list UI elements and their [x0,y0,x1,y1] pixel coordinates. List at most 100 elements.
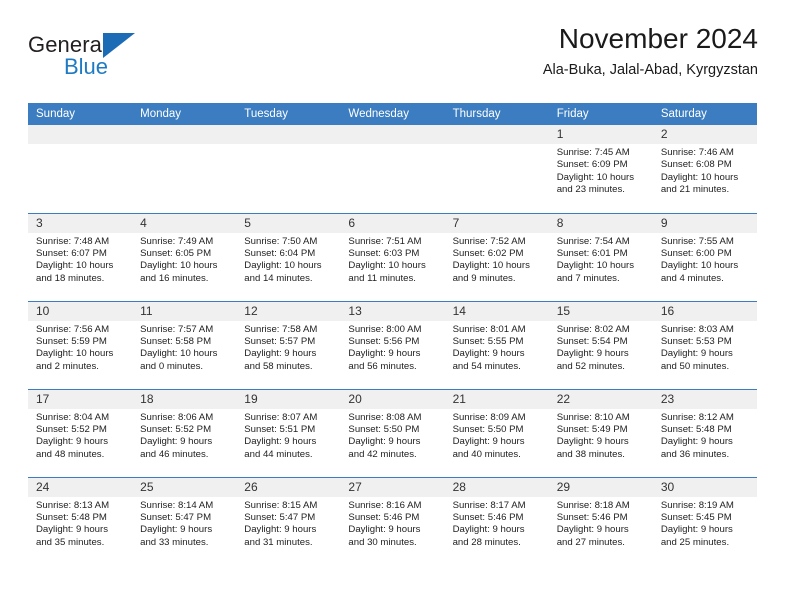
daylight-text-line2: and 21 minutes. [660,184,730,196]
day-details: Sunrise: 7:54 AM Sunset: 6:01 PM Daylight:… [549,233,653,286]
calendar-day-cell[interactable]: 4 Sunrise: 7:49 AM Sunset: 6:05 PM Daylight… [132,212,237,301]
sunrise-text: Sunrise: 8:17 AM [452,499,526,511]
calendar-cell-inner: 3 Sunrise: 7:48 AM Sunset: 6:07 PM Daylight… [28,213,133,301]
calendar-cell-inner: 15 Sunrise: 8:02 AM Sunset: 5:54 PM Dayligh… [548,301,653,389]
day-number: 9 [652,213,757,233]
calendar-day-cell[interactable]: 27 Sunrise: 8:16 AM Sunset: 5:46 PM Dayligh… [340,476,445,565]
calendar-cell-inner: 22 Sunrise: 8:10 AM Sunset: 5:49 PM Dayligh… [548,389,653,477]
sunrise-text: Sunrise: 7:48 AM [36,235,110,247]
daylight-text-line1: Daylight: 9 hours [452,524,525,536]
calendar-day-cell[interactable]: 22 Sunrise: 8:10 AM Sunset: 5:49 PM Dayligh… [548,388,653,477]
sunset-text: Sunset: 5:47 PM [140,511,212,523]
sunset-text: Sunset: 5:55 PM [452,335,524,347]
calendar-day-cell[interactable]: 15 Sunrise: 8:02 AM Sunset: 5:54 PM Dayligh… [548,300,653,389]
calendar-cell-empty [236,125,341,213]
calendar-cell-inner: 14 Sunrise: 8:01 AM Sunset: 5:55 PM Dayligh… [444,301,549,389]
calendar-cell-inner: 5 Sunrise: 7:50 AM Sunset: 6:04 PM Daylight… [236,213,341,301]
calendar-day-cell[interactable]: 16 Sunrise: 8:03 AM Sunset: 5:53 PM Dayligh… [652,300,757,389]
daylight-text-line2: and 35 minutes. [36,536,105,548]
daylight-text-line2: and 48 minutes. [36,448,105,460]
sunrise-text: Sunrise: 7:54 AM [556,235,630,247]
calendar-day-cell[interactable]: 12 Sunrise: 7:58 AM Sunset: 5:57 PM Dayligh… [236,300,341,389]
calendar-day-cell[interactable]: 9 Sunrise: 7:55 AM Sunset: 6:00 PM Daylight… [652,212,757,301]
weekday-header-saturday: Saturday [652,103,757,125]
day-details: Sunrise: 7:51 AM Sunset: 6:03 PM Daylight:… [340,233,444,286]
sunrise-text: Sunrise: 7:46 AM [660,147,734,158]
sunrise-text: Sunrise: 8:14 AM [140,499,214,511]
daylight-text-line1: Daylight: 10 hours [348,260,426,272]
calendar-cell-inner: 25 Sunrise: 8:14 AM Sunset: 5:47 PM Dayligh… [132,477,237,566]
day-number: 6 [340,213,445,233]
calendar-cell-inner: 21 Sunrise: 8:09 AM Sunset: 5:50 PM Dayligh… [444,389,549,477]
daylight-text-line1: Daylight: 9 hours [140,524,213,536]
calendar-day-cell[interactable]: 17 Sunrise: 8:04 AM Sunset: 5:52 PM Dayligh… [28,388,133,477]
calendar-cell-empty [444,125,549,213]
calendar-day-cell[interactable]: 7 Sunrise: 7:52 AM Sunset: 6:02 PM Daylight… [444,212,549,301]
calendar-cell-inner: 19 Sunrise: 8:07 AM Sunset: 5:51 PM Dayligh… [236,389,341,477]
calendar-day-cell[interactable]: 1 Sunrise: 7:45 AM Sunset: 6:09 PM Daylight… [548,125,653,213]
calendar-day-cell[interactable]: 24 Sunrise: 8:13 AM Sunset: 5:48 PM Dayligh… [28,476,133,566]
daylight-text-line2: and 16 minutes. [140,272,209,284]
calendar-day-cell[interactable]: 13 Sunrise: 8:00 AM Sunset: 5:56 PM Dayligh… [340,300,445,389]
calendar-cell-inner: 24 Sunrise: 8:13 AM Sunset: 5:48 PM Dayligh… [28,477,133,566]
sunrise-text: Sunrise: 8:10 AM [556,411,630,423]
daylight-text-line2: and 52 minutes. [556,360,625,372]
calendar-day-cell[interactable]: 14 Sunrise: 8:01 AM Sunset: 5:55 PM Dayligh… [444,300,549,389]
calendar-day-cell[interactable]: 21 Sunrise: 8:09 AM Sunset: 5:50 PM Dayligh… [444,388,549,477]
sunset-text: Sunset: 6:02 PM [452,247,524,259]
day-details: Sunrise: 8:08 AM Sunset: 5:50 PM Daylight:… [340,409,444,462]
calendar-day-cell[interactable]: 19 Sunrise: 8:07 AM Sunset: 5:51 PM Dayligh… [236,388,341,477]
day-details: Sunrise: 7:45 AM Sunset: 6:09 PM Daylight:… [549,144,653,197]
calendar-day-cell[interactable]: 23 Sunrise: 8:12 AM Sunset: 5:48 PM Dayligh… [652,388,757,477]
sunrise-text: Sunrise: 8:01 AM [452,323,526,335]
calendar-day-cell[interactable]: 6 Sunrise: 7:51 AM Sunset: 6:03 PM Daylight… [340,212,445,301]
day-number: 15 [548,301,653,321]
calendar-day-cell[interactable]: 10 Sunrise: 7:56 AM Sunset: 5:59 PM Dayligh… [28,300,133,389]
daylight-text-line1: Daylight: 9 hours [244,524,317,536]
daylight-text-line2: and 25 minutes. [660,536,730,548]
calendar-day-cell[interactable]: 25 Sunrise: 8:14 AM Sunset: 5:47 PM Dayligh… [132,476,237,566]
day-number [340,125,445,144]
calendar-cell-inner: 13 Sunrise: 8:00 AM Sunset: 5:56 PM Dayligh… [340,301,445,389]
calendar-day-cell[interactable]: 29 Sunrise: 8:18 AM Sunset: 5:46 PM Dayligh… [548,476,653,566]
sunrise-text: Sunrise: 7:51 AM [348,235,422,247]
calendar-day-cell[interactable]: 18 Sunrise: 8:06 AM Sunset: 5:52 PM Dayligh… [132,388,237,477]
calendar-day-cell[interactable]: 26 Sunrise: 8:15 AM Sunset: 5:47 PM Dayligh… [236,476,341,565]
calendar-cell-inner: 9 Sunrise: 7:55 AM Sunset: 6:00 PM Daylight… [652,213,757,301]
day-number: 19 [236,389,341,409]
sunset-text: Sunset: 5:48 PM [36,511,107,523]
calendar-cell-inner: 29 Sunrise: 8:18 AM Sunset: 5:46 PM Dayligh… [548,477,653,566]
calendar-week-row: 1 Sunrise: 7:45 AM Sunset: 6:09 PM Daylight… [28,125,757,213]
calendar-cell-inner: 8 Sunrise: 7:54 AM Sunset: 6:01 PM Daylight… [548,213,653,301]
daylight-text-line1: Daylight: 10 hours [556,260,635,272]
daylight-text-line1: Daylight: 10 hours [660,260,739,272]
sunrise-text: Sunrise: 7:56 AM [36,323,110,335]
daylight-text-line1: Daylight: 10 hours [140,260,218,272]
calendar-cell-inner: 6 Sunrise: 7:51 AM Sunset: 6:03 PM Daylight… [340,213,445,301]
daylight-text-line1: Daylight: 10 hours [36,348,114,360]
calendar-day-cell[interactable]: 28 Sunrise: 8:17 AM Sunset: 5:46 PM Dayligh… [444,476,549,565]
day-number: 11 [132,301,237,321]
daylight-text-line1: Daylight: 10 hours [244,260,322,272]
location-subtitle: Ala-Buka, Jalal-Abad, Kyrgyzstan [542,62,758,78]
general-blue-logo[interactable]: General Blue [28,32,178,84]
calendar-cell-inner: 10 Sunrise: 7:56 AM Sunset: 5:59 PM Dayligh… [28,301,133,389]
calendar-day-cell[interactable]: 2 Sunrise: 7:46 AM Sunset: 6:08 PM Daylight… [652,125,757,213]
calendar-day-cell[interactable]: 5 Sunrise: 7:50 AM Sunset: 6:04 PM Daylight… [236,212,341,301]
daylight-text-line1: Daylight: 9 hours [556,348,629,360]
calendar-day-cell[interactable]: 3 Sunrise: 7:48 AM Sunset: 6:07 PM Daylight… [28,212,133,301]
calendar-day-cell[interactable]: 30 Sunrise: 8:19 AM Sunset: 5:45 PM Dayligh… [652,476,757,565]
sunrise-text: Sunrise: 8:16 AM [348,499,422,511]
calendar-day-cell[interactable]: 20 Sunrise: 8:08 AM Sunset: 5:50 PM Dayligh… [340,388,445,477]
calendar-day-cell[interactable]: 11 Sunrise: 7:57 AM Sunset: 5:58 PM Dayligh… [132,300,237,389]
daylight-text-line2: and 42 minutes. [348,448,417,460]
sunrise-text: Sunrise: 8:18 AM [556,499,630,511]
calendar-day-cell[interactable]: 8 Sunrise: 7:54 AM Sunset: 6:01 PM Daylight… [548,212,653,301]
sunset-text: Sunset: 5:46 PM [348,511,420,523]
daylight-text-line1: Daylight: 9 hours [140,436,213,448]
sunrise-text: Sunrise: 8:03 AM [660,323,734,335]
daylight-text-line2: and 50 minutes. [660,360,730,372]
sunset-text: Sunset: 5:52 PM [140,423,212,435]
calendar-cell-empty [340,125,445,213]
day-details: Sunrise: 8:03 AM Sunset: 5:53 PM Daylight:… [653,321,757,374]
